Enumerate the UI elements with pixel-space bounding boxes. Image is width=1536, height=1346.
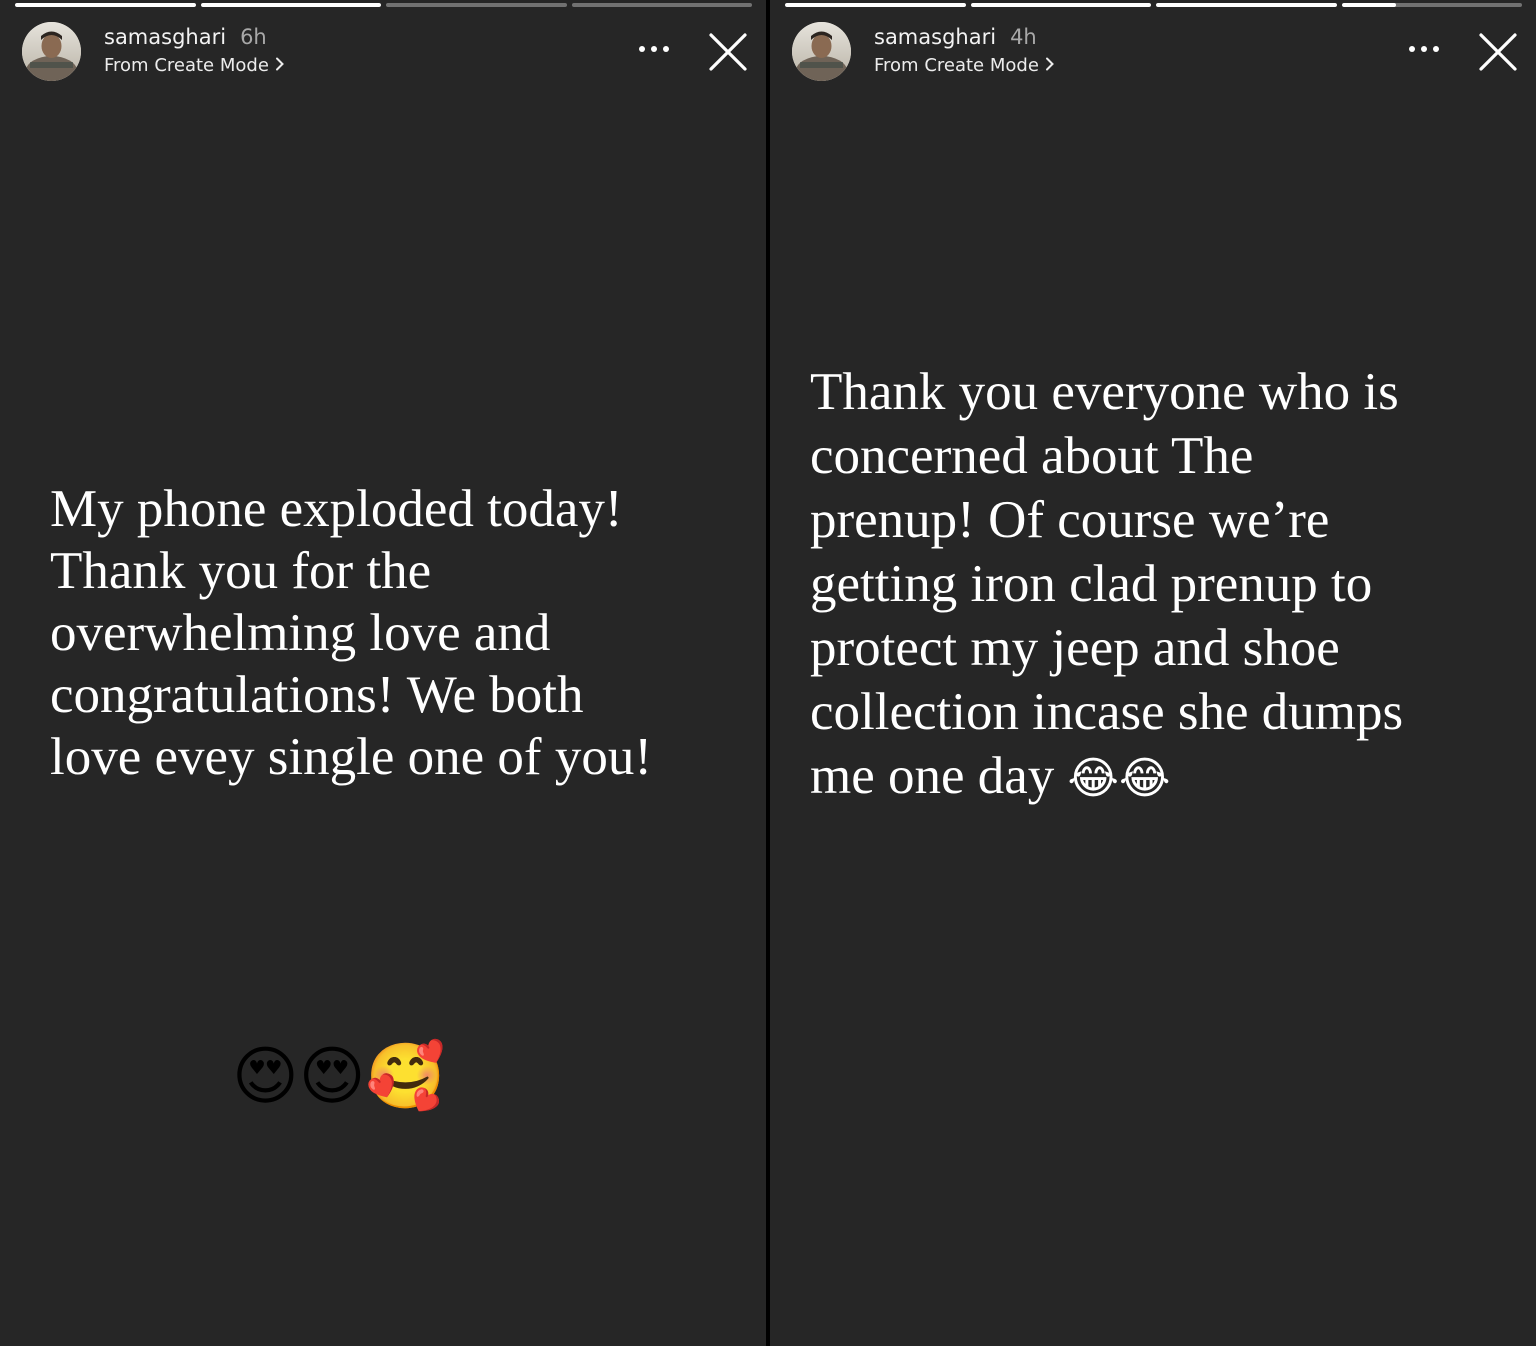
laughing-emoji: 😂😂 <box>1067 753 1171 804</box>
chevron-right-icon <box>1045 54 1055 78</box>
avatar[interactable] <box>22 22 81 81</box>
close-icon <box>1476 33 1520 78</box>
more-horizontal-icon <box>638 40 670 58</box>
more-options-button[interactable] <box>636 34 672 64</box>
create-mode-link[interactable]: From Create Mode <box>104 54 285 78</box>
user-info: samasghari 4h From Create Mode <box>874 20 1055 78</box>
progress-segment <box>200 3 381 7</box>
story-header: samasghari 4h From Create Mode <box>792 20 1520 84</box>
progress-segment <box>571 3 752 7</box>
story-progress-bar <box>15 3 752 7</box>
progress-segment <box>386 3 567 7</box>
story-text: My phone exploded today! Thank you for t… <box>50 480 652 786</box>
close-icon <box>706 33 750 78</box>
close-button[interactable] <box>1476 30 1520 74</box>
create-mode-link[interactable]: From Create Mode <box>874 54 1055 78</box>
post-time: 6h <box>240 25 267 49</box>
story-header: samasghari 6h From Create Mode <box>22 20 750 84</box>
progress-segment <box>1341 3 1522 7</box>
progress-segment <box>1156 3 1337 7</box>
create-mode-label: From Create Mode <box>104 55 269 76</box>
progress-segment <box>15 3 196 7</box>
create-mode-label: From Create Mode <box>874 55 1039 76</box>
user-info: samasghari 6h From Create Mode <box>104 20 285 78</box>
story-text-body: Thank you everyone who is concerned abou… <box>810 363 1404 805</box>
story-panel-1[interactable]: samasghari 6h From Create Mode My phone … <box>0 0 766 1346</box>
post-time: 4h <box>1010 25 1037 49</box>
close-button[interactable] <box>706 30 750 74</box>
story-progress-bar <box>785 3 1522 7</box>
story-panel-2[interactable]: samasghari 4h From Create Mode Thank you… <box>770 0 1536 1346</box>
username[interactable]: samasghari <box>874 25 996 49</box>
progress-segment <box>785 3 966 7</box>
story-viewer-pair: samasghari 6h From Create Mode My phone … <box>0 0 1536 1346</box>
username[interactable]: samasghari <box>104 25 226 49</box>
avatar[interactable] <box>792 22 851 81</box>
progress-segment <box>970 3 1151 7</box>
emoji-sticker: 😍😍🥰 <box>232 1040 446 1114</box>
more-horizontal-icon <box>1408 40 1440 58</box>
chevron-right-icon <box>275 54 285 78</box>
story-text: Thank you everyone who is concerned abou… <box>810 360 1515 811</box>
more-options-button[interactable] <box>1406 34 1442 64</box>
